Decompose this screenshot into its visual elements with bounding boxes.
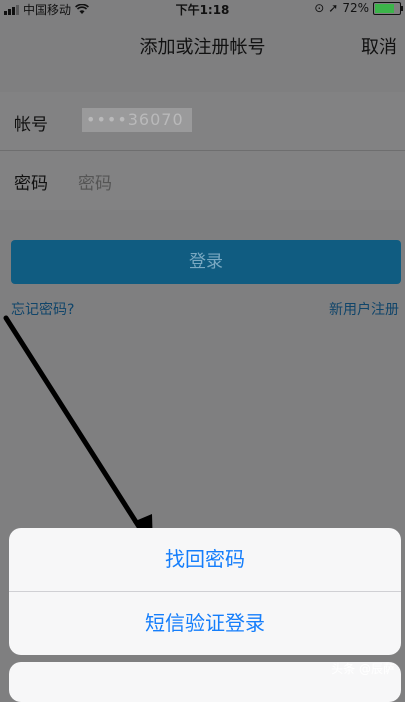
- action-find-password[interactable]: 找回密码: [9, 528, 401, 591]
- watermark: 头条 @辰萨: [331, 662, 395, 676]
- action-sheet: 找回密码 短信验证登录: [9, 528, 401, 655]
- action-sms-login[interactable]: 短信验证登录: [9, 592, 401, 655]
